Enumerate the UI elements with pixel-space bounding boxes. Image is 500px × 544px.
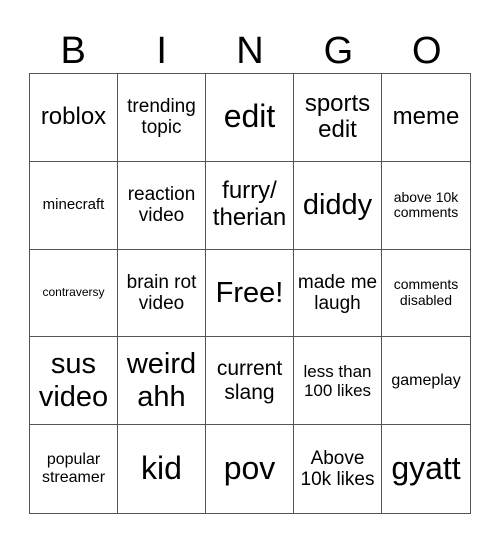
bingo-cell[interactable]: furry/ therian — [206, 161, 294, 250]
header-letter-o: O — [412, 30, 442, 72]
bingo-cell[interactable]: gyatt — [382, 425, 470, 513]
bingo-cell[interactable]: above 10k comments — [382, 162, 470, 250]
bingo-cell[interactable]: current slang — [206, 337, 294, 426]
bingo-cell[interactable]: kid — [118, 425, 206, 513]
free-space-cell[interactable]: Free! — [206, 249, 294, 338]
bingo-cell[interactable]: contraversy — [30, 249, 118, 338]
bingo-cell[interactable]: minecraft — [30, 161, 118, 250]
bingo-cell[interactable]: pov — [206, 425, 294, 513]
bingo-cell[interactable]: diddy — [294, 161, 382, 250]
bingo-cell[interactable]: sus video — [30, 337, 118, 426]
bingo-header: B I N G O — [29, 30, 471, 72]
bingo-cell[interactable]: Above 10k likes — [294, 425, 382, 513]
bingo-cell[interactable]: weird ahh — [118, 337, 206, 426]
header-letter-b: B — [60, 30, 86, 72]
header-letter-i: I — [156, 30, 167, 72]
header-letter-n: N — [236, 30, 264, 72]
bingo-cell[interactable]: sports edit — [294, 74, 382, 162]
bingo-cell[interactable]: reaction video — [118, 161, 206, 250]
bingo-cell[interactable]: made me laugh — [294, 249, 382, 338]
bingo-cell[interactable]: comments disabled — [382, 250, 470, 338]
bingo-cell[interactable]: popular streamer — [30, 425, 118, 513]
bingo-cell[interactable]: edit — [206, 74, 294, 162]
bingo-cell[interactable]: gameplay — [382, 337, 470, 426]
bingo-cell[interactable]: brain rot video — [118, 249, 206, 338]
bingo-cell[interactable]: roblox — [30, 74, 118, 162]
bingo-cell[interactable]: trending topic — [118, 74, 206, 162]
header-letter-g: G — [323, 30, 354, 72]
bingo-cell[interactable]: meme — [382, 74, 470, 162]
bingo-grid: roblox trending topic edit sports edit m… — [29, 73, 471, 514]
bingo-cell[interactable]: less than 100 likes — [294, 337, 382, 426]
